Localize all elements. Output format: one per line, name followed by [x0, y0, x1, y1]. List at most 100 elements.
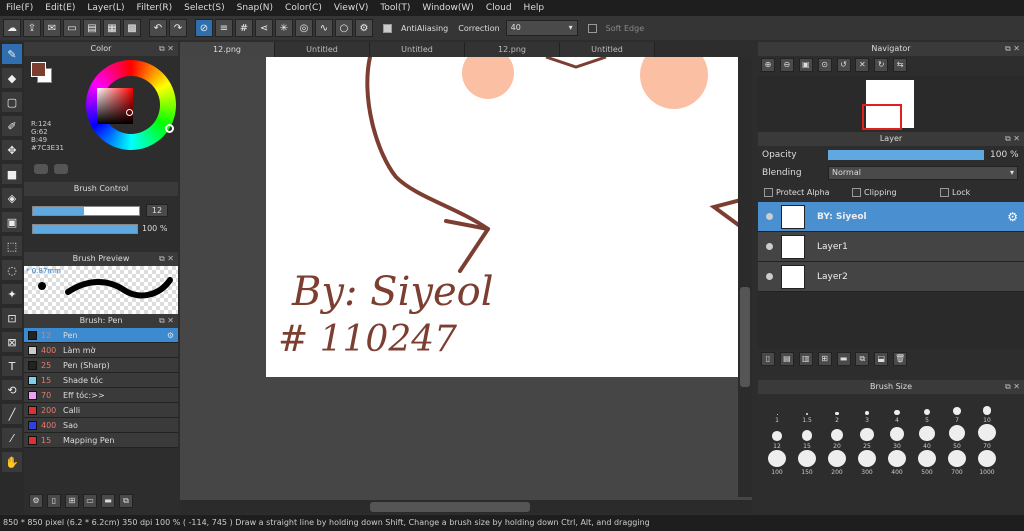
fill-icon[interactable]: ▦	[103, 19, 121, 37]
brush-size-cell[interactable]: 700	[942, 450, 972, 476]
brush-size-cell[interactable]: 1.5	[792, 398, 822, 424]
rotate-reset-icon[interactable]: ✕	[855, 58, 870, 72]
chat-icon[interactable]: ✉	[43, 19, 61, 37]
magic-wand-icon[interactable]: ✦	[2, 284, 22, 304]
brush-size-cell[interactable]: 40	[912, 424, 942, 450]
brush-size-cell[interactable]: 20	[822, 424, 852, 450]
snap-concentric-icon[interactable]: ◎	[295, 19, 313, 37]
panel-menu-icon[interactable]: ⧉ ✕	[1005, 42, 1020, 56]
snap-grid-icon[interactable]: #	[235, 19, 253, 37]
snap-parallel-icon[interactable]: ≡	[215, 19, 233, 37]
clipping-checkbox[interactable]	[852, 187, 861, 197]
brush-size-cell[interactable]: 400	[882, 450, 912, 476]
menu-item[interactable]: View(V)	[328, 3, 375, 13]
navigator-preview[interactable]	[758, 76, 1024, 132]
marquee-tool-icon[interactable]: ⬚	[2, 236, 22, 256]
drawing-canvas[interactable]: By: Siyeol # 110247	[266, 57, 752, 377]
brush-size-cell[interactable]: 2	[822, 398, 852, 424]
layer-opacity-slider[interactable]	[828, 150, 984, 160]
menu-item[interactable]: Filter(R)	[131, 3, 179, 13]
redo-icon[interactable]: ↷	[169, 19, 187, 37]
soft-edge-checkbox[interactable]	[587, 23, 597, 33]
menu-item[interactable]: Edit(E)	[39, 3, 81, 13]
visibility-icon[interactable]	[766, 213, 773, 220]
menu-item[interactable]: Snap(N)	[231, 3, 279, 13]
brush-size-cell[interactable]: 100	[762, 450, 792, 476]
brush-size-cell[interactable]: 500	[912, 450, 942, 476]
brush-size-cell[interactable]: 150	[792, 450, 822, 476]
operation-tool-icon[interactable]: ⟲	[2, 380, 22, 400]
brush-size-cell[interactable]: 5	[912, 398, 942, 424]
menu-item[interactable]: Help	[518, 3, 551, 13]
brush-list-item[interactable]: 400 Làm mờ	[24, 343, 178, 358]
brush-opacity-slider[interactable]	[32, 224, 138, 234]
new-brush-icon[interactable]: ▯	[47, 494, 61, 508]
gradient-tool-icon[interactable]: ▣	[2, 212, 22, 232]
brush-list-item[interactable]: 200 Calli	[24, 403, 178, 418]
foreground-color-swatch[interactable]	[31, 62, 46, 77]
move-tool-icon[interactable]: ✥	[2, 140, 22, 160]
brush-list-item[interactable]: 12 Pen ⚙	[24, 328, 178, 343]
rotate-left-icon[interactable]: ↺	[836, 58, 851, 72]
eraser-tool-icon[interactable]: ◆	[2, 68, 22, 88]
snap-radial-icon[interactable]: ✳	[275, 19, 293, 37]
new-8bit-layer-icon[interactable]: ▤	[779, 352, 794, 366]
visibility-icon[interactable]	[766, 243, 773, 250]
menu-item[interactable]: Cloud	[480, 3, 518, 13]
layer-row[interactable]: Layer1	[758, 232, 1024, 262]
document-tab[interactable]: 12.png	[465, 42, 560, 57]
panel-menu-icon[interactable]: ⧉ ✕	[1005, 380, 1020, 394]
select-pen-icon[interactable]: ✐	[2, 116, 22, 136]
brush-size-cell[interactable]: 70	[972, 424, 1002, 450]
brush-size-slider[interactable]	[32, 206, 140, 216]
panel-menu-icon[interactable]: ⧉ ✕	[1005, 132, 1020, 146]
add-layer-menu-icon[interactable]: ⊞	[817, 352, 832, 366]
export-icon[interactable]: ⇪	[23, 19, 41, 37]
correction-select[interactable]: 40 ▾	[505, 20, 578, 36]
panel-menu-icon[interactable]: ⧉ ✕	[159, 314, 174, 328]
new-layer-icon[interactable]: ▯	[761, 352, 775, 366]
clear-icon[interactable]: ▭	[63, 19, 81, 37]
snap-curve-icon[interactable]: ∿	[315, 19, 333, 37]
brush-size-cell[interactable]: 12	[762, 424, 792, 450]
lasso-tool-icon[interactable]: ◌	[2, 260, 22, 280]
copy-icon[interactable]: ⧉	[119, 494, 133, 508]
brush-size-cell[interactable]: 30	[882, 424, 912, 450]
select-rect-icon[interactable]: ▢	[2, 92, 22, 112]
layer-row[interactable]: BY: Siyeol ⚙	[758, 202, 1024, 232]
antialiasing-checkbox[interactable]	[383, 23, 392, 33]
menu-item[interactable]: Select(S)	[178, 3, 231, 13]
menu-item[interactable]: Color(C)	[279, 3, 328, 13]
document-tab[interactable]: Untitled	[275, 42, 370, 57]
select-brush-icon[interactable]: ⊡	[2, 308, 22, 328]
hand-tool-icon[interactable]: ✋	[2, 452, 22, 472]
new-1bit-layer-icon[interactable]: ▥	[798, 352, 813, 366]
brush-size-cell[interactable]: 200	[822, 450, 852, 476]
zoom-out-icon[interactable]: ⊖	[779, 58, 794, 72]
delete-brush-icon[interactable]: ▭	[83, 494, 97, 508]
protect-alpha-checkbox[interactable]	[764, 187, 773, 197]
brush-tool-icon[interactable]: ✎	[2, 44, 22, 64]
blending-select[interactable]: Normal ▾	[828, 166, 1018, 180]
brush-size-cell[interactable]: 3	[852, 398, 882, 424]
brush-size-cell[interactable]: 300	[852, 450, 882, 476]
grid-icon[interactable]: ▩	[123, 19, 141, 37]
shape-tool-icon[interactable]: ■	[2, 164, 22, 184]
brush-size-cell[interactable]: 1000	[972, 450, 1002, 476]
fit-icon[interactable]: ▣	[798, 58, 813, 72]
menu-item[interactable]: Layer(L)	[81, 3, 130, 13]
snap-settings-icon[interactable]: ⚙	[355, 19, 373, 37]
brush-size-cell[interactable]: 50	[942, 424, 972, 450]
snap-circle-icon[interactable]: ○	[335, 19, 353, 37]
horizontal-scrollbar[interactable]	[180, 500, 752, 514]
divide-tool-icon[interactable]: ╱	[2, 404, 22, 424]
brush-list-item[interactable]: 25 Pen (Sharp)	[24, 358, 178, 373]
brush-list-item[interactable]: 400 Sao	[24, 418, 178, 433]
brush-size-cell[interactable]: 1	[762, 398, 792, 424]
brush-size-cell[interactable]: 4	[882, 398, 912, 424]
brush-list-item[interactable]: 70 Eff tóc:>>	[24, 388, 178, 403]
undo-icon[interactable]: ↶	[149, 19, 167, 37]
add-brush-icon[interactable]: ⊞	[65, 494, 79, 508]
rotate-right-icon[interactable]: ↻	[874, 58, 889, 72]
menu-item[interactable]: Tool(T)	[374, 3, 416, 13]
